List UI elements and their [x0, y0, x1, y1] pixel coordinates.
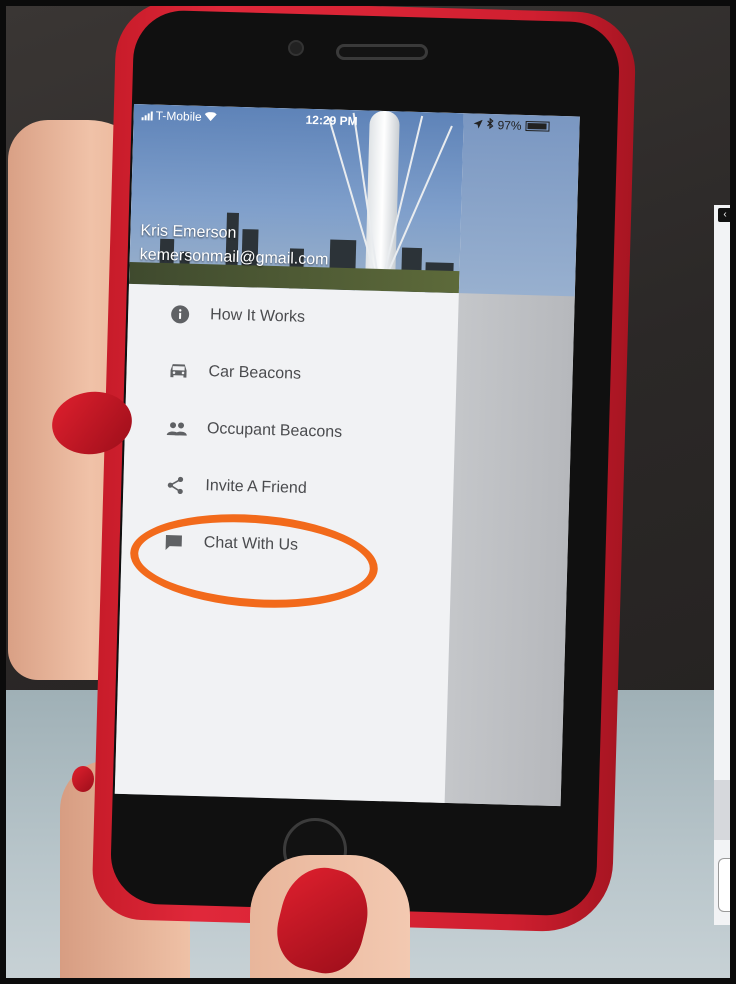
carrier-name: T-Mobile	[155, 108, 202, 124]
share-icon	[163, 472, 188, 497]
people-icon	[165, 415, 190, 440]
status-time: 12:29 PM	[305, 112, 358, 129]
location-icon	[473, 117, 483, 131]
second-screen-gray-bar	[714, 780, 736, 840]
battery-icon	[525, 120, 550, 132]
menu-item-label: Car Beacons	[208, 362, 302, 383]
menu-item-occupant-beacons[interactable]: Occupant Beacons	[124, 398, 455, 464]
earpiece	[336, 44, 428, 60]
info-icon	[168, 302, 193, 327]
menu-item-label: Occupant Beacons	[206, 419, 343, 441]
signal-icon	[141, 110, 153, 121]
status-carrier: T-Mobile	[141, 108, 217, 124]
status-right: 97%	[473, 117, 550, 133]
menu-item-how-it-works[interactable]: How It Works	[127, 284, 458, 350]
wifi-icon	[204, 110, 217, 124]
fingernail	[72, 766, 94, 792]
header-image-right	[458, 113, 580, 297]
menu-item-car-beacons[interactable]: Car Beacons	[126, 341, 457, 407]
menu-item-invite-a-friend[interactable]: Invite A Friend	[123, 455, 454, 521]
menu-item-label: Invite A Friend	[205, 476, 307, 497]
battery-percent: 97%	[497, 118, 522, 133]
bluetooth-icon	[486, 117, 494, 132]
second-screen-input[interactable]	[718, 858, 736, 912]
car-icon	[166, 359, 191, 384]
front-camera	[288, 40, 304, 56]
navigation-drawer: Kris Emerson kemersonmail@gmail.com How …	[114, 104, 464, 803]
profile-name: Kris Emerson	[140, 222, 237, 242]
phone-screen: Kris Emerson kemersonmail@gmail.com How …	[114, 104, 580, 807]
back-icon[interactable]: ‹	[718, 208, 732, 222]
menu-item-label: How It Works	[209, 305, 306, 326]
